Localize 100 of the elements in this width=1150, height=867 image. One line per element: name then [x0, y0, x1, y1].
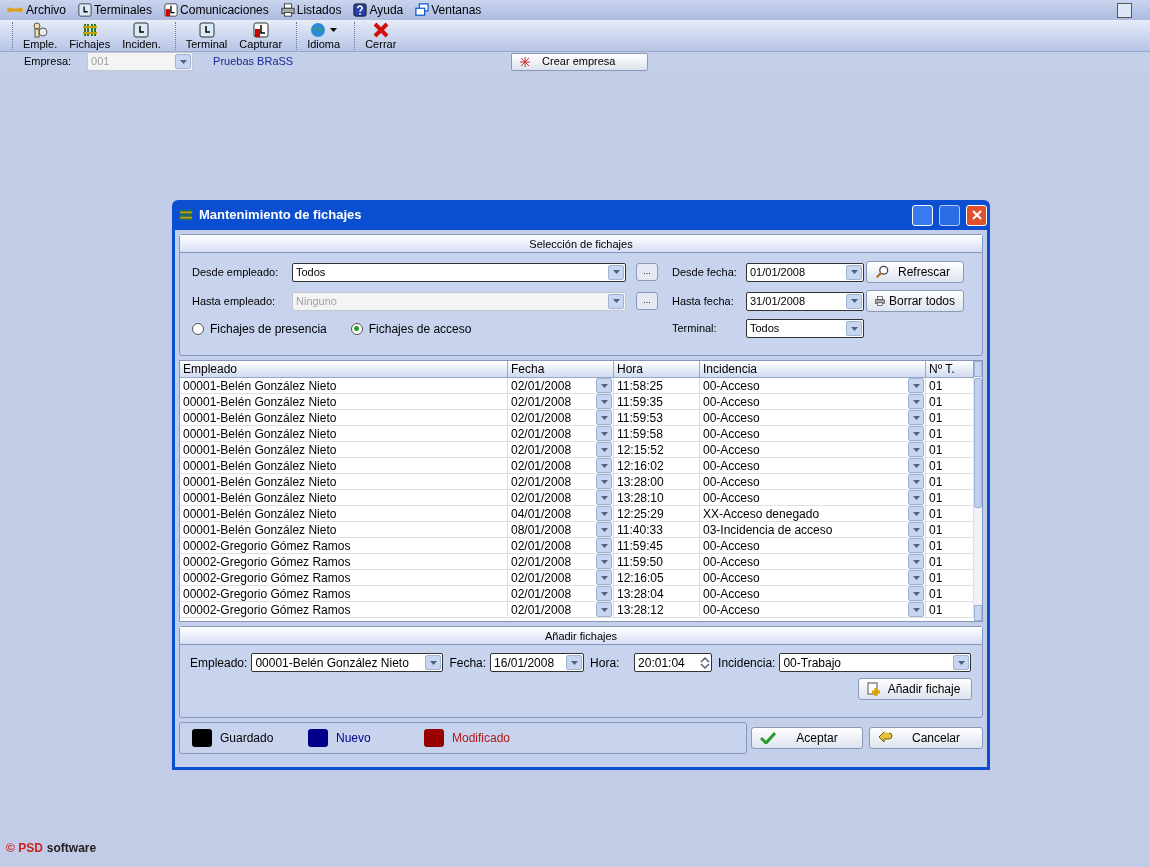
menu-item[interactable]: Listados — [280, 1, 342, 19]
dropdown-button[interactable] — [908, 394, 924, 409]
dropdown-button[interactable] — [846, 293, 862, 309]
dropdown-button[interactable] — [596, 442, 612, 457]
table-cell-text: 00-Acceso — [703, 409, 761, 427]
caret-icon — [912, 479, 920, 484]
dropdown-button[interactable] — [608, 264, 624, 280]
maximize-button[interactable] — [939, 204, 960, 226]
table-cell-text: 02/01/2008 — [511, 393, 573, 411]
dropdown-button[interactable] — [596, 458, 612, 473]
radio-option[interactable]: Fichajes de presencia — [192, 319, 327, 338]
dropdown-button[interactable] — [596, 538, 612, 553]
dropdown-button[interactable] — [596, 602, 612, 617]
close-button[interactable] — [966, 204, 987, 226]
caret-icon — [850, 270, 858, 274]
dropdown-button[interactable] — [953, 655, 970, 670]
menu-item[interactable]: Archivo — [6, 1, 66, 19]
table-cell-text: 11:40:33 — [617, 521, 664, 539]
dropdown-button[interactable] — [908, 378, 924, 393]
spinner-icon[interactable] — [699, 655, 712, 670]
dropdown-button[interactable] — [908, 458, 924, 473]
radio-button[interactable] — [350, 322, 363, 335]
caret-icon — [912, 495, 920, 500]
time-field[interactable]: 20:01:04 — [634, 653, 713, 672]
add-record-button[interactable]: Añadir fichaje — [858, 678, 972, 700]
dropdown-field[interactable]: 31/01/2008 — [746, 291, 864, 311]
field-label: Hasta empleado: — [192, 293, 277, 309]
field-label: Empleado: — [190, 654, 248, 672]
dropdown-field[interactable]: 00-Trabajo — [779, 653, 972, 672]
browse-button[interactable]: ... — [636, 263, 658, 281]
scrollbar[interactable] — [974, 361, 982, 621]
caret-icon — [912, 607, 920, 612]
field-label: Incidencia: — [718, 654, 776, 672]
terminal-icon — [133, 22, 150, 38]
field-label: Hasta fecha: — [672, 293, 735, 309]
table-cell-text: 02/01/2008 — [511, 489, 573, 507]
dropdown-button[interactable] — [596, 522, 612, 537]
toolbar-button[interactable]: Fichajes — [67, 22, 113, 50]
menu-item[interactable]: Ventanas — [415, 1, 482, 19]
table-cell-text: 01 — [929, 473, 944, 491]
dropdown-field[interactable]: 00001-Belén González Nieto — [251, 653, 444, 672]
table-cell-text: 00-Acceso — [703, 569, 761, 587]
dropdown-button[interactable] — [908, 586, 924, 601]
caret-icon — [600, 591, 608, 596]
dropdown-button[interactable] — [908, 522, 924, 537]
caret-icon — [429, 660, 437, 665]
radio-option[interactable]: Fichajes de acceso — [350, 319, 472, 338]
dropdown-field[interactable]: 16/01/2008 — [490, 653, 585, 672]
dropdown-button[interactable] — [908, 490, 924, 505]
dropdown-button[interactable] — [846, 321, 862, 336]
dropdown-button[interactable] — [596, 474, 612, 489]
dropdown-button[interactable] — [908, 538, 924, 553]
toolbar-button[interactable]: Capturar — [237, 22, 285, 50]
dropdown-field[interactable]: Todos — [746, 319, 864, 338]
dropdown-button[interactable] — [596, 410, 612, 425]
caret-icon — [600, 447, 608, 452]
dropdown-button[interactable] — [596, 378, 612, 393]
accept-button[interactable]: Aceptar — [751, 727, 863, 749]
toolbar-button[interactable]: Terminal — [183, 22, 230, 50]
column-header[interactable]: Empleado — [180, 361, 508, 377]
toolbar-button[interactable]: Cerrar — [363, 22, 399, 50]
dropdown-button[interactable] — [908, 570, 924, 585]
cancel-button[interactable]: Cancelar — [869, 727, 983, 749]
dropdown-button[interactable] — [425, 655, 442, 670]
dropdown-button[interactable] — [596, 586, 612, 601]
delete-all-button[interactable]: Borrar todos — [866, 290, 964, 312]
refresh-button[interactable]: Refrescar — [866, 261, 964, 283]
dropdown-button[interactable] — [566, 655, 583, 670]
dropdown-field[interactable]: Todos — [292, 262, 626, 282]
dropdown-button[interactable] — [908, 554, 924, 569]
dropdown-button[interactable] — [596, 426, 612, 441]
column-header[interactable]: Hora — [614, 361, 700, 377]
dropdown-button[interactable] — [596, 506, 612, 521]
toolbar-button[interactable]: Inciden. — [120, 22, 163, 50]
dropdown-button[interactable] — [596, 554, 612, 569]
dropdown-button[interactable] — [596, 570, 612, 585]
dropdown-button[interactable] — [908, 410, 924, 425]
dropdown-field[interactable]: 01/01/2008 — [746, 262, 864, 282]
menu-item[interactable]: Ayuda — [353, 1, 404, 19]
menu-item[interactable]: Terminales — [78, 1, 153, 19]
column-header[interactable]: Fecha — [508, 361, 614, 377]
toolbar-button[interactable]: Emple. — [21, 22, 60, 50]
menu-item[interactable]: Comunicaciones — [164, 1, 269, 19]
table-cell-text: 00001-Belén González Nieto — [183, 521, 338, 539]
dropdown-button[interactable] — [596, 490, 612, 505]
dropdown-button[interactable] — [846, 264, 862, 280]
column-header[interactable]: Incidencia — [700, 361, 926, 377]
dropdown-button[interactable] — [908, 426, 924, 441]
dropdown-button[interactable] — [908, 474, 924, 489]
table-cell-text: 11:58:25 — [617, 377, 664, 395]
browse-button[interactable]: ... — [636, 292, 658, 310]
toolbar-button[interactable]: Idioma — [305, 22, 343, 50]
minimize-button[interactable] — [1117, 2, 1132, 18]
dropdown-button[interactable] — [908, 602, 924, 617]
dropdown-button[interactable] — [596, 394, 612, 409]
radio-button[interactable] — [192, 322, 204, 335]
table-cell-text: 00001-Belén González Nieto — [183, 393, 338, 411]
caret-icon — [600, 559, 608, 564]
dropdown-button[interactable] — [908, 442, 924, 457]
dropdown-button[interactable] — [908, 506, 924, 521]
